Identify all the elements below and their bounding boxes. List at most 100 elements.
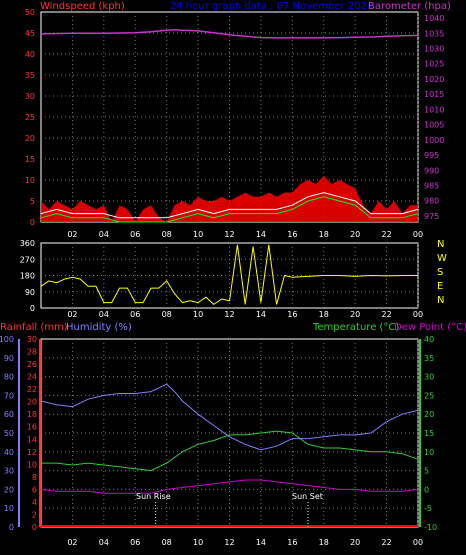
temp-ytick-3: 5 [424, 467, 429, 476]
hum-ytick-9: 90 [4, 354, 14, 363]
rain-ytick-8: 16 [27, 423, 37, 432]
wind-ytick-8: 40 [25, 50, 35, 59]
wind-xtick-7: 16 [287, 230, 297, 239]
hum-ytick-6: 60 [4, 410, 14, 419]
wind-ytick-10: 50 [25, 8, 35, 17]
dir-xtick-2: 06 [130, 310, 140, 319]
wind-ytick-9: 45 [25, 29, 35, 38]
temperature-axis-label: Temperature (°C) [312, 322, 399, 333]
clim-xtick-5: 12 [224, 538, 234, 547]
dir-xtick-6: 14 [256, 310, 266, 319]
dir-xtick-5: 12 [224, 310, 234, 319]
dir-ytick-4: 360 [20, 239, 35, 248]
sunrise-label: Sun Rise [136, 492, 171, 501]
dir-xtick-10: 22 [381, 310, 391, 319]
baro-ytick-2: 985 [424, 181, 439, 190]
clim-xtick-2: 06 [130, 538, 140, 547]
dir-ytick-2: 180 [20, 272, 35, 281]
wind-xtick-10: 22 [381, 230, 391, 239]
hum-ytick-10: 100 [0, 335, 14, 344]
rain-ytick-0: 0 [32, 523, 37, 532]
baro-ytick-13: 1040 [424, 14, 444, 23]
clim-xtick-9: 20 [350, 538, 360, 547]
dir-compass-3: E [437, 281, 443, 292]
dir-xtick-4: 10 [193, 310, 203, 319]
rain-ytick-12: 24 [27, 373, 37, 382]
rain-ytick-5: 10 [27, 460, 37, 469]
wind-xtick-11: 00 [413, 230, 423, 239]
dewpoint-axis-label: Dew Point (°C) [394, 322, 466, 333]
baro-ytick-7: 1010 [424, 105, 444, 114]
hum-ytick-2: 20 [4, 485, 14, 494]
dir-compass-4: N [437, 295, 444, 306]
dir-xtick-0: 02 [67, 310, 77, 319]
humidity-line [40, 383, 419, 451]
dir-xtick-8: 18 [319, 310, 329, 319]
wind-ytick-4: 20 [25, 134, 35, 143]
weather-chart: 0510152025303540455097598098599099510001… [0, 1, 466, 547]
dir-xtick-11: 00 [413, 310, 423, 319]
rain-ytick-6: 12 [27, 448, 37, 457]
chart-title: 24 hour graph data : 07 November 2024 [170, 1, 373, 12]
rain-axis-label: Rainfall (mm) [0, 322, 68, 333]
temp-ytick-9: 35 [424, 354, 434, 363]
dir-compass-0: N [437, 239, 444, 250]
rain-ytick-14: 28 [27, 348, 37, 357]
wind-area [41, 175, 418, 222]
hum-ytick-1: 10 [4, 504, 14, 513]
temp-ytick-0: -10 [424, 523, 437, 532]
humidity-axis-label: Humidity (%) [66, 322, 132, 333]
temp-ytick-4: 10 [424, 448, 434, 457]
rain-ytick-4: 8 [32, 473, 37, 482]
wind-xtick-6: 14 [256, 230, 266, 239]
sunset-label: Sun Set [292, 492, 323, 501]
header-left: Windspeed (kph) [40, 1, 125, 12]
clim-xtick-4: 10 [193, 538, 203, 547]
clim-xtick-10: 22 [381, 538, 391, 547]
dir-xtick-1: 04 [99, 310, 109, 319]
rain-ytick-2: 4 [32, 498, 37, 507]
dir-ytick-0: 0 [30, 304, 35, 313]
baro-ytick-8: 1015 [424, 90, 444, 99]
wind-xtick-4: 10 [193, 230, 203, 239]
baro-ytick-5: 1000 [424, 136, 444, 145]
baro-ytick-11: 1030 [424, 45, 444, 54]
wind-xtick-8: 18 [319, 230, 329, 239]
hum-ytick-8: 80 [4, 373, 14, 382]
wind-xtick-3: 08 [162, 230, 172, 239]
baro-ytick-3: 990 [424, 166, 439, 175]
rain-ytick-3: 6 [32, 485, 37, 494]
wind-ytick-7: 35 [25, 71, 35, 80]
dir-xtick-9: 20 [350, 310, 360, 319]
baro-ytick-10: 1025 [424, 60, 444, 69]
rain-ytick-15: 30 [27, 335, 37, 344]
dir-ytick-3: 270 [20, 255, 35, 264]
clim-xtick-8: 18 [319, 538, 329, 547]
baro-ytick-4: 995 [424, 151, 439, 160]
wind-ytick-1: 5 [30, 197, 35, 206]
wind-xtick-1: 04 [99, 230, 109, 239]
rain-ytick-1: 2 [32, 510, 37, 519]
clim-xtick-6: 14 [256, 538, 266, 547]
rain-ytick-7: 14 [27, 435, 37, 444]
hum-ytick-4: 40 [4, 448, 14, 457]
baro-ytick-0: 975 [424, 212, 439, 221]
baro-ytick-6: 1005 [424, 121, 444, 130]
hum-ytick-7: 70 [4, 391, 14, 400]
temp-ytick-8: 30 [424, 373, 434, 382]
temp-ytick-6: 20 [424, 410, 434, 419]
clim-xtick-1: 04 [99, 538, 109, 547]
dir-xtick-3: 08 [162, 310, 172, 319]
baro-ytick-12: 1035 [424, 29, 444, 38]
hum-ytick-5: 50 [4, 429, 14, 438]
clim-xtick-11: 00 [413, 538, 423, 547]
baro-ytick-1: 980 [424, 197, 439, 206]
temp-ytick-5: 15 [424, 429, 434, 438]
clim-xtick-3: 08 [162, 538, 172, 547]
temp-ytick-1: -5 [424, 504, 432, 513]
dir-compass-2: S [437, 267, 443, 278]
rain-ytick-9: 18 [27, 410, 37, 419]
wind-xtick-2: 06 [130, 230, 140, 239]
clim-xtick-0: 02 [67, 538, 77, 547]
clim-xtick-7: 16 [287, 538, 297, 547]
